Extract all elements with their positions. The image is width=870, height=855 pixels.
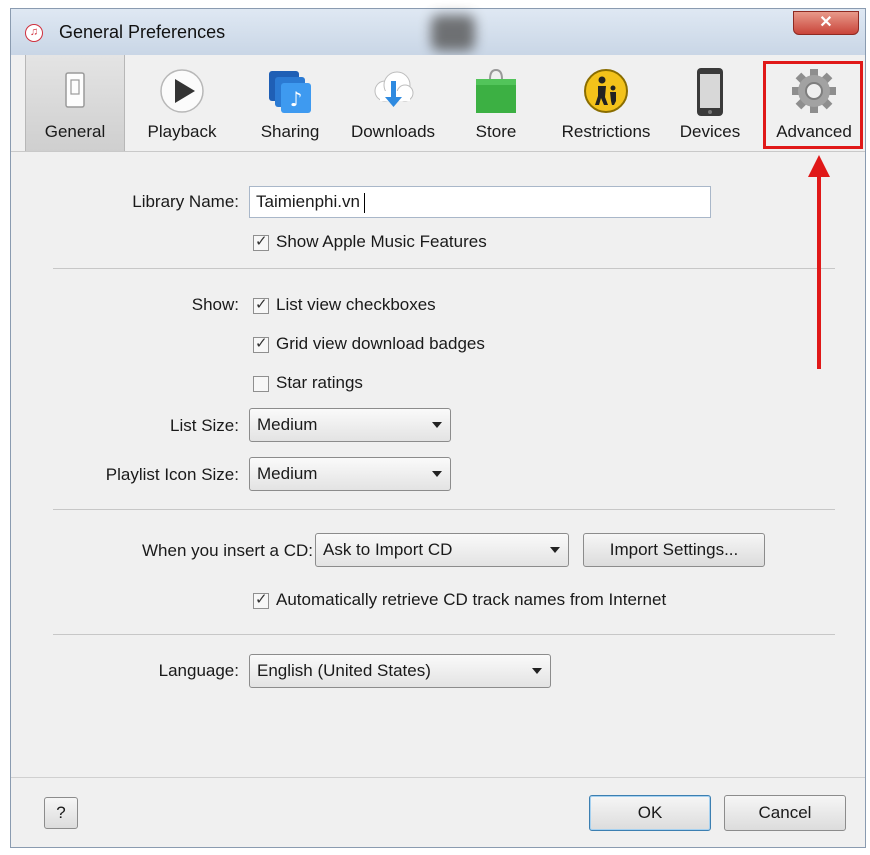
close-button[interactable]: ✕: [793, 11, 859, 35]
chevron-down-icon: [432, 471, 442, 477]
star-ratings-label: Star ratings: [276, 373, 363, 392]
phone-icon: [687, 67, 733, 117]
general-icon: [52, 67, 98, 117]
tab-sharing[interactable]: ♪ Sharing: [241, 55, 339, 151]
tab-label: Downloads: [350, 122, 436, 141]
itunes-app-icon: ♫: [25, 24, 43, 42]
advanced-highlight-annotation: [763, 61, 863, 149]
separator: [53, 509, 835, 510]
cancel-button[interactable]: Cancel: [724, 795, 846, 831]
grid-view-badges-label: Grid view download badges: [276, 334, 485, 353]
cd-insert-value: Ask to Import CD: [323, 540, 453, 559]
restrictions-icon: [583, 67, 629, 117]
sharing-icon: ♪: [267, 67, 313, 117]
show-apple-music-checkbox[interactable]: [253, 232, 269, 251]
blurred-logo: [431, 15, 475, 51]
tab-downloads[interactable]: Downloads: [341, 55, 445, 151]
list-view-checkboxes-checkbox[interactable]: [253, 295, 269, 314]
tab-label: Devices: [679, 122, 741, 141]
download-cloud-icon: [370, 67, 416, 117]
tab-label: Store: [475, 122, 517, 141]
list-size-value: Medium: [257, 415, 318, 434]
tab-label: Restrictions: [561, 122, 651, 141]
preferences-window: ♫ General Preferences ✕ General Playback: [10, 8, 866, 848]
language-value: English (United States): [257, 661, 431, 680]
chevron-down-icon: [550, 547, 560, 553]
language-select[interactable]: English (United States): [249, 654, 551, 688]
title-bar: ♫ General Preferences ✕: [11, 9, 865, 55]
grid-view-badges-checkbox[interactable]: [253, 334, 269, 353]
list-size-select[interactable]: Medium: [249, 408, 451, 442]
chevron-down-icon: [432, 422, 442, 428]
show-label: Show:: [191, 295, 239, 314]
separator: [53, 634, 835, 635]
library-name-label: Library Name:: [132, 192, 239, 211]
general-settings-panel: Library Name: Taimienphi.vn Show Apple M…: [11, 152, 865, 847]
library-name-value: Taimienphi.vn: [256, 192, 360, 211]
cd-insert-label: When you insert a CD:: [141, 541, 313, 560]
auto-retrieve-checkbox[interactable]: [253, 590, 269, 609]
preferences-toolbar: General Playback ♪ Sharing Downloads Sto…: [11, 55, 865, 152]
tab-restrictions[interactable]: Restrictions: [551, 55, 661, 151]
ok-button[interactable]: OK: [589, 795, 711, 831]
red-arrow-annotation: [817, 169, 821, 369]
store-bag-icon: [473, 67, 519, 117]
star-ratings-checkbox[interactable]: [253, 376, 269, 392]
tab-label: Sharing: [260, 122, 320, 141]
import-settings-button[interactable]: Import Settings...: [583, 533, 765, 567]
tab-label: Playback: [147, 122, 217, 141]
auto-retrieve-label: Automatically retrieve CD track names fr…: [276, 590, 667, 609]
chevron-down-icon: [532, 668, 542, 674]
playlist-icon-size-value: Medium: [257, 464, 318, 483]
play-icon: [159, 67, 205, 117]
language-label: Language:: [158, 661, 239, 680]
library-name-input[interactable]: Taimienphi.vn: [249, 186, 711, 218]
footer-separator: [11, 777, 865, 778]
svg-text:♪: ♪: [290, 87, 303, 111]
cd-insert-select[interactable]: Ask to Import CD: [315, 533, 569, 567]
show-apple-music-label: Show Apple Music Features: [276, 232, 487, 251]
tab-playback[interactable]: Playback: [133, 55, 231, 151]
tab-devices[interactable]: Devices: [665, 55, 755, 151]
playlist-icon-size-label: Playlist Icon Size:: [105, 465, 239, 484]
window-title: General Preferences: [59, 22, 226, 42]
tab-general[interactable]: General: [25, 55, 125, 151]
tab-store[interactable]: Store: [451, 55, 541, 151]
list-size-label: List Size:: [170, 416, 239, 435]
help-button[interactable]: ?: [44, 797, 78, 829]
separator: [53, 268, 835, 269]
tab-label: General: [44, 122, 106, 141]
list-view-checkboxes-label: List view checkboxes: [276, 295, 436, 314]
playlist-icon-size-select[interactable]: Medium: [249, 457, 451, 491]
